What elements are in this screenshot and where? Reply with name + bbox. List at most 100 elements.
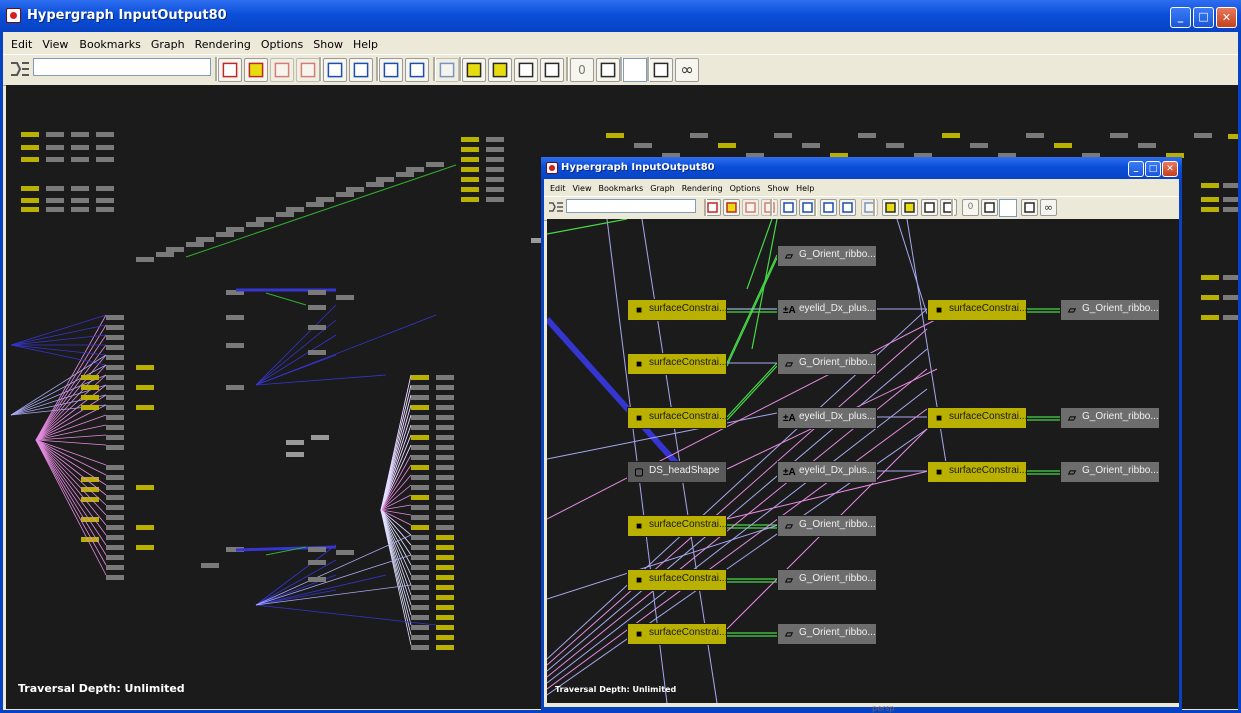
mini-node[interactable]: [366, 182, 384, 187]
mini-node[interactable]: [461, 197, 479, 202]
mini-node[interactable]: [136, 525, 154, 530]
inner-menu-rendering[interactable]: Rendering: [682, 184, 723, 193]
mini-node[interactable]: [406, 167, 424, 172]
mini-node[interactable]: [411, 455, 429, 460]
menu-bookmarks[interactable]: Bookmarks: [79, 38, 140, 51]
mini-node[interactable]: [46, 145, 64, 150]
graph-down-button[interactable]: [349, 58, 373, 82]
mini-node[interactable]: [461, 187, 479, 192]
mini-node[interactable]: [106, 435, 124, 440]
menu-view[interactable]: View: [42, 38, 68, 51]
mini-node[interactable]: [411, 595, 429, 600]
surface-constraint-node[interactable]: ■ surfaceConstrai...: [627, 569, 727, 591]
mini-node[interactable]: [136, 485, 154, 490]
unlimited-depth-button[interactable]: ∞: [675, 58, 699, 82]
mini-node[interactable]: [308, 350, 326, 355]
mini-node[interactable]: [308, 305, 326, 310]
mini-node[interactable]: [156, 252, 174, 257]
mini-node[interactable]: [96, 198, 114, 203]
mini-node[interactable]: [486, 167, 504, 172]
mini-node[interactable]: [436, 435, 454, 440]
mini-node[interactable]: [436, 425, 454, 430]
mini-node[interactable]: [46, 207, 64, 212]
surface-constraint-node[interactable]: ■ surfaceConstrai...: [627, 407, 727, 429]
mini-node[interactable]: [286, 452, 304, 457]
inner-minimize-button[interactable]: _: [1128, 161, 1144, 177]
mini-node[interactable]: [461, 137, 479, 142]
mini-node[interactable]: [71, 157, 89, 162]
mini-node[interactable]: [411, 475, 429, 480]
orient-ribbon-node[interactable]: ▱ G_Orient_ribbo...: [1060, 299, 1160, 321]
inner-menu-edit[interactable]: Edit: [550, 184, 566, 193]
surface-constraint-node[interactable]: ■ surfaceConstrai...: [927, 407, 1027, 429]
inner-menu-help[interactable]: Help: [796, 184, 814, 193]
surface-constraint-node[interactable]: ■ surfaceConstrai...: [627, 515, 727, 537]
maya-app-icon[interactable]: [6, 8, 21, 23]
menu-show[interactable]: Show: [313, 38, 343, 51]
mini-node[interactable]: [802, 143, 820, 148]
mini-node[interactable]: [106, 325, 124, 330]
depth-field[interactable]: [623, 58, 647, 82]
mini-node[interactable]: [96, 186, 114, 191]
mini-node[interactable]: [411, 445, 429, 450]
input-output-button[interactable]: [244, 58, 268, 82]
increase-depth-button[interactable]: [649, 58, 673, 82]
mini-node[interactable]: [106, 515, 124, 520]
mini-node[interactable]: [436, 445, 454, 450]
frame-all-button[interactable]: [882, 199, 899, 216]
mini-node[interactable]: [106, 555, 124, 560]
scene-hierarchy-button[interactable]: [218, 58, 242, 82]
mini-node[interactable]: [411, 555, 429, 560]
inner-app-icon[interactable]: [546, 162, 558, 174]
mini-node[interactable]: [71, 198, 89, 203]
mini-node[interactable]: [436, 605, 454, 610]
mini-node[interactable]: [96, 132, 114, 137]
mini-node[interactable]: [106, 375, 124, 380]
mini-node[interactable]: [106, 495, 124, 500]
mini-node[interactable]: [136, 385, 154, 390]
mini-node[interactable]: [106, 345, 124, 350]
mini-node[interactable]: [106, 535, 124, 540]
mini-node[interactable]: [886, 143, 904, 148]
mini-node[interactable]: [346, 187, 364, 192]
mini-node[interactable]: [436, 475, 454, 480]
mini-node[interactable]: [411, 535, 429, 540]
inner-maximize-button[interactable]: □: [1145, 161, 1161, 177]
surface-constraint-node[interactable]: ■ surfaceConstrai...: [627, 353, 727, 375]
frame-branch-button[interactable]: [540, 58, 564, 82]
inner-menu-bookmarks[interactable]: Bookmarks: [598, 184, 643, 193]
orient-ribbon-node[interactable]: ▱ G_Orient_ribbo...: [1060, 461, 1160, 483]
decrease-depth-button[interactable]: [596, 58, 620, 82]
surface-constraint-node[interactable]: ■ surfaceConstrai...: [927, 299, 1027, 321]
mini-node[interactable]: [106, 425, 124, 430]
mini-node[interactable]: [411, 545, 429, 550]
mini-node[interactable]: [308, 547, 326, 552]
bookmark-editor-button[interactable]: [839, 199, 856, 216]
frame-branch-button[interactable]: [940, 199, 957, 216]
mini-node[interactable]: [1054, 143, 1072, 148]
mini-node[interactable]: [1194, 133, 1212, 138]
mini-node[interactable]: [106, 485, 124, 490]
mini-node[interactable]: [106, 525, 124, 530]
mini-node[interactable]: [436, 455, 454, 460]
mini-node[interactable]: [106, 315, 124, 320]
mini-node[interactable]: [411, 635, 429, 640]
mini-node[interactable]: [411, 465, 429, 470]
mini-node[interactable]: [376, 177, 394, 182]
mini-node[interactable]: [396, 172, 414, 177]
mini-node[interactable]: [436, 645, 454, 650]
mini-node[interactable]: [486, 157, 504, 162]
mini-node[interactable]: [106, 335, 124, 340]
mini-node[interactable]: [308, 290, 326, 295]
mini-node[interactable]: [21, 132, 39, 137]
unlimited-depth-button[interactable]: ∞: [1040, 199, 1057, 216]
mini-node[interactable]: [411, 425, 429, 430]
mini-node[interactable]: [96, 157, 114, 162]
mini-node[interactable]: [81, 375, 99, 380]
mini-node[interactable]: [308, 325, 326, 330]
mini-node[interactable]: [411, 565, 429, 570]
orient-ribbon-node[interactable]: ▱ G_Orient_ribbo...: [777, 245, 877, 267]
mini-node[interactable]: [436, 515, 454, 520]
mini-node[interactable]: [436, 535, 454, 540]
mini-node[interactable]: [461, 167, 479, 172]
